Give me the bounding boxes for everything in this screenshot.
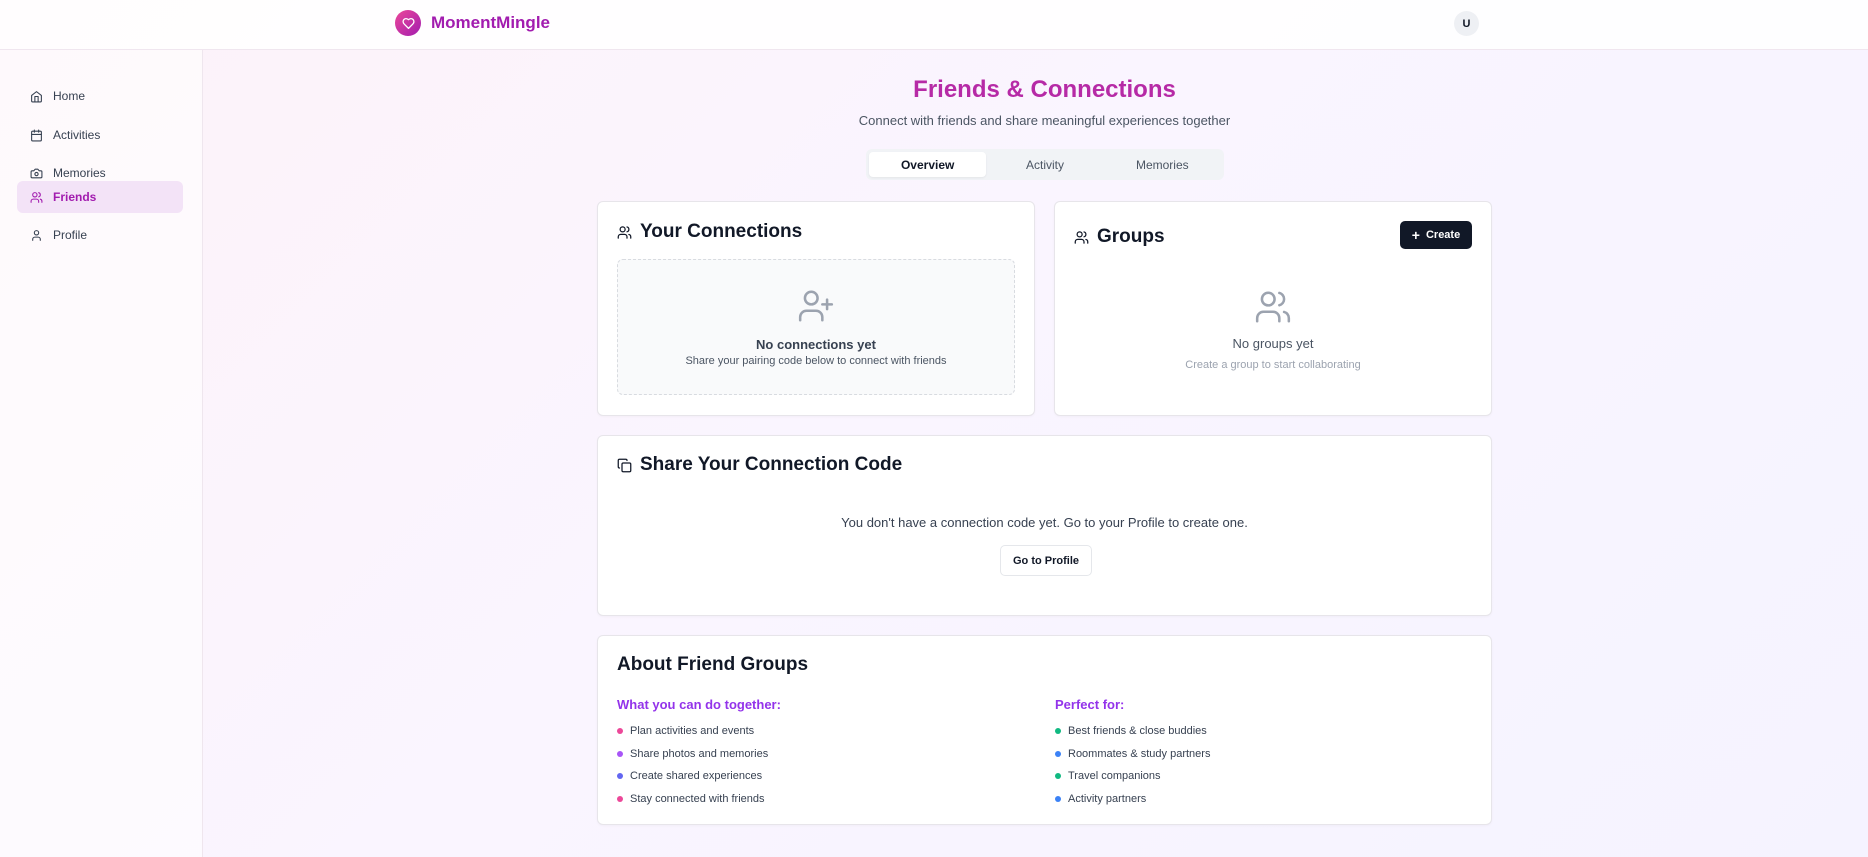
create-group-button[interactable]: + Create <box>1400 221 1472 249</box>
connections-card: Your Connections No connections yet Shar… <box>597 201 1035 416</box>
user-icon <box>32 229 41 241</box>
sidebar-item-home[interactable]: Home <box>17 80 183 112</box>
camera-icon <box>30 168 43 178</box>
users-empty-icon <box>1255 291 1291 323</box>
bullet-dot <box>1055 795 1061 802</box>
top-bar: MomentMingle U <box>0 0 1868 50</box>
sidebar-item-label: Memories <box>53 166 106 180</box>
share-code-title: Share Your Connection Code <box>617 454 902 476</box>
bullet-dot <box>617 728 623 735</box>
calendar-icon <box>31 129 42 141</box>
bullet-dot <box>1055 728 1061 735</box>
home-icon <box>31 90 42 102</box>
list-item-text: Plan activities and events <box>630 725 755 738</box>
brand-name: MomentMingle <box>431 13 550 32</box>
connections-empty-title: No connections yet <box>756 337 876 352</box>
list-item-text: Activity partners <box>1068 792 1147 805</box>
share-code-card: Share Your Connection Code You don't hav… <box>597 435 1492 616</box>
copy-icon <box>617 458 632 472</box>
tab-bar: Overview Activity Memories <box>866 149 1224 180</box>
groups-title: Groups <box>1074 226 1165 248</box>
groups-card: Groups + Create No groups yet Create a g… <box>1054 201 1492 416</box>
tab-activity[interactable]: Activity <box>986 152 1103 177</box>
groups-empty-title: No groups yet <box>1232 336 1314 351</box>
sidebar-item-label: Friends <box>53 190 97 204</box>
list-item: Stay connected with friends <box>617 788 768 811</box>
plus-icon: + <box>1411 227 1420 243</box>
list-item-text: Roommates & study partners <box>1068 747 1211 760</box>
list-item: Create shared experiences <box>617 765 768 788</box>
sidebar-item-friends[interactable]: Friends <box>17 181 183 213</box>
brand[interactable]: MomentMingle <box>395 10 550 36</box>
users-icon <box>617 225 632 239</box>
users-icon <box>1074 230 1089 244</box>
list-item-text: Travel companions <box>1068 770 1161 783</box>
connections-empty-subtitle: Share your pairing code below to connect… <box>685 355 947 367</box>
sidebar-item-label: Home <box>53 89 86 103</box>
groups-title-text: Groups <box>1097 226 1165 247</box>
tab-overview[interactable]: Overview <box>869 152 987 177</box>
user-avatar[interactable]: U <box>1454 11 1479 36</box>
share-code-title-text: Share Your Connection Code <box>640 454 903 475</box>
sidebar-item-label: Activities <box>53 128 101 142</box>
tab-memories[interactable]: Memories <box>1104 152 1221 177</box>
about-right-heading: Perfect for: <box>1055 697 1125 712</box>
sidebar-item-profile[interactable]: Profile <box>17 219 183 251</box>
list-item-text: Best friends & close buddies <box>1068 725 1207 738</box>
sidebar: Home Activities Memories Friends Profile <box>0 50 203 857</box>
share-code-message: You don't have a connection code yet. Go… <box>841 515 1248 530</box>
users-icon <box>30 191 43 203</box>
create-group-label: Create <box>1425 229 1461 241</box>
go-to-profile-button[interactable]: Go to Profile <box>1000 545 1092 576</box>
about-left-heading: What you can do together: <box>617 697 781 712</box>
bullet-dot <box>617 795 623 802</box>
page-title: Friends & Connections <box>913 76 1176 103</box>
list-item-text: Share photos and memories <box>630 747 769 760</box>
bullet-dot <box>1055 750 1061 757</box>
groups-empty-subtitle: Create a group to start collaborating <box>1185 359 1361 371</box>
sidebar-item-label: Profile <box>53 228 88 242</box>
heart-logo-icon <box>395 10 421 36</box>
connections-title-text: Your Connections <box>640 221 803 242</box>
list-item: Activity partners <box>1055 788 1210 811</box>
page-subtitle: Connect with friends and share meaningfu… <box>858 113 1231 128</box>
connections-empty-state: No connections yet Share your pairing co… <box>617 259 1015 395</box>
bullet-dot <box>1055 773 1061 780</box>
about-right-list: Best friends & close buddies Roommates &… <box>1055 720 1210 810</box>
about-card: About Friend Groups What you can do toge… <box>597 635 1492 825</box>
bullet-dot <box>617 773 623 780</box>
sidebar-item-activities[interactable]: Activities <box>17 119 183 151</box>
about-title: About Friend Groups <box>617 654 809 675</box>
about-left-list: Plan activities and events Share photos … <box>617 720 768 810</box>
list-item-text: Stay connected with friends <box>630 792 765 805</box>
user-plus-icon <box>798 290 834 322</box>
list-item: Plan activities and events <box>617 720 768 743</box>
list-item: Roommates & study partners <box>1055 743 1210 766</box>
list-item: Share photos and memories <box>617 743 768 766</box>
list-item: Best friends & close buddies <box>1055 720 1210 743</box>
bullet-dot <box>617 750 623 757</box>
list-item-text: Create shared experiences <box>630 770 763 783</box>
list-item: Travel companions <box>1055 765 1210 788</box>
connections-title: Your Connections <box>617 221 802 243</box>
